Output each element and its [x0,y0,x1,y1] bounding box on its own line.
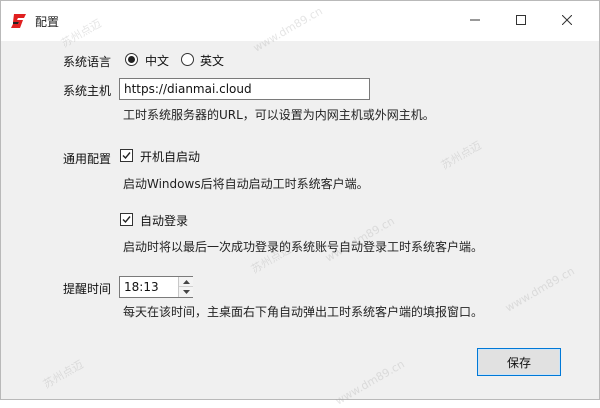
reminder-label: 提醒时间 [63,282,112,296]
window-title: 配置 [35,15,60,29]
watermark: www.dm89.cn [502,264,577,315]
radio-chinese-label: 中文 [145,54,170,68]
host-label: 系统主机 [63,84,112,98]
autologin-checkbox-row[interactable]: 自动登录 [120,211,220,229]
autologin-hint: 启动时将以最后一次成功登录的系统账号自动登录工时系统客户端。 [123,240,484,254]
watermark: 苏州点迈 [438,138,484,173]
title-bar[interactable]: 配置 [1,1,599,41]
autologin-label: 自动登录 [140,214,189,228]
reminder-time-picker[interactable]: 18:13 [119,276,193,298]
minimize-icon [470,14,480,28]
radio-chinese[interactable] [125,53,138,66]
language-label: 系统语言 [63,55,112,69]
spinner-up-button[interactable] [179,277,193,287]
spinner-down-button[interactable] [179,287,193,297]
caret-down-icon [182,290,190,294]
close-icon [561,14,573,28]
autostart-checkbox[interactable] [120,149,133,162]
radio-option-chinese[interactable]: 中文 [125,51,185,69]
autostart-checkbox-row[interactable]: 开机自启动 [120,147,220,165]
radio-selected-dot [128,56,135,63]
reminder-hint: 每天在该时间，主桌面右下角自动弹出工时系统客户端的填报窗口。 [123,305,484,319]
watermark: www.dm89.cn [332,357,407,408]
check-icon [122,152,131,160]
config-window: 配置 系统语言 中文 英文 系统主机 工时系统服务器的URL，可以设置为内网主机… [0,0,600,408]
autostart-label: 开机自启动 [140,150,201,164]
reminder-time-value[interactable]: 18:13 [124,280,159,294]
close-button[interactable] [544,1,590,41]
host-url-input[interactable] [119,78,370,100]
save-button[interactable]: 保存 [477,348,561,376]
general-label: 通用配置 [63,152,112,166]
caret-up-icon [182,279,190,284]
radio-english-label: 英文 [200,54,225,68]
minimize-button[interactable] [452,1,498,41]
host-hint: 工时系统服务器的URL，可以设置为内网主机或外网主机。 [123,108,435,122]
time-spinner[interactable] [178,277,193,297]
maximize-button[interactable] [498,1,544,41]
autologin-checkbox[interactable] [120,213,133,226]
watermark: 苏州点迈 [40,357,86,392]
radio-option-english[interactable]: 英文 [181,51,241,69]
radio-english[interactable] [181,53,194,66]
maximize-icon [516,14,526,28]
autostart-hint: 启动Windows后将自动启动工时系统客户端。 [123,177,369,191]
check-icon [122,216,131,224]
app-logo-icon [10,13,28,29]
